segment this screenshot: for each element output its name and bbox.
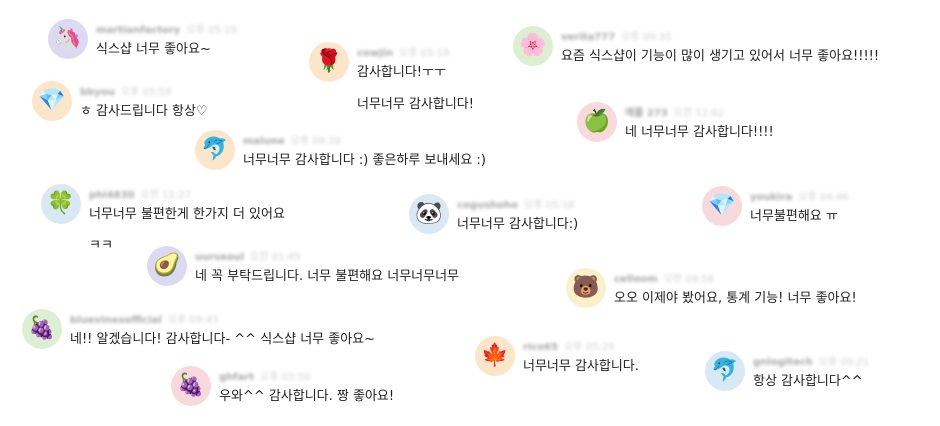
comment-username: martianfactory xyxy=(96,25,181,36)
comment-time: 오후 05:29 xyxy=(564,342,615,353)
comment-time: 오후 05:19 xyxy=(186,25,237,36)
comment-username: phi4830 xyxy=(89,190,135,201)
comment-text: 요즘 식스샵이 기능이 많이 생기고 있어서 너무 좋아요!!!!! xyxy=(561,49,880,64)
comment-time: 오후 04:46 xyxy=(798,192,849,203)
bear-icon: 🐻 xyxy=(566,268,606,308)
comment-time: 오전 12:02 xyxy=(673,108,725,119)
comment-text: 네 너무너무 감사합니다!!!! xyxy=(625,125,774,140)
maple-leaf-icon: 🍁 xyxy=(475,336,515,376)
dolphin-icon: 🐬 xyxy=(195,130,235,170)
comment-text: 감사합니다!ㅜㅜ xyxy=(357,65,446,80)
comment-meta: rico65 오후 05:29 xyxy=(523,338,614,353)
grapes-icon: 🍇 xyxy=(22,309,62,349)
panda-icon: 🐼 xyxy=(409,194,449,234)
apple-icon: 🍏 xyxy=(577,102,617,142)
comment-meta: verita777 오후 09:35 xyxy=(561,28,671,43)
comment-username: malune xyxy=(243,136,285,147)
comment-time: 오후 03:50 xyxy=(260,372,311,383)
comment-text: 너무너무 감사합니다:) xyxy=(457,217,579,232)
comment-text: 너무너무 감사합니다. xyxy=(523,359,639,374)
comment-text: 너무불편해요 ㅠ xyxy=(750,209,838,224)
comment-meta: malune 오후 09:39 xyxy=(243,132,341,147)
comment-meta: youkira 오후 04:46 xyxy=(750,188,849,203)
grapes-icon: 🍇 xyxy=(171,366,211,406)
comment-meta: ghfart 오후 03:50 xyxy=(219,368,311,383)
comment-username: cogushoho xyxy=(457,200,519,211)
comment-meta: martianfactory 오후 05:19 xyxy=(96,21,237,36)
comment-text: 네!! 알겠습니다! 감사합니다- ^^ 식스샵 너무 좋아요~ xyxy=(70,332,376,347)
comment-username: celloom xyxy=(614,274,658,285)
comment-text: 항상 감사합니다^^ xyxy=(753,374,863,389)
rose-icon: 🌹 xyxy=(309,42,349,82)
comment-text: 너무너무 감사합니다 :) 좋은하루 보내세요 :) xyxy=(243,153,486,168)
comment-meta: celloom 오전 09:56 xyxy=(614,270,714,285)
comment-text: 식스샵 너무 좋아요~ xyxy=(96,42,211,57)
comment-time: 오후 05:59 xyxy=(120,87,172,98)
comment-time: 오전 09:56 xyxy=(663,274,715,285)
comment-username: bluevinesofficial xyxy=(70,315,162,326)
comment-username: verita777 xyxy=(561,32,616,43)
comment-meta: phi4830 오전 11:27 xyxy=(89,186,191,201)
comment-text: 너무너무 불편한게 한가지 더 있어요 xyxy=(89,207,285,222)
comment-username: 예플 273 xyxy=(625,108,668,119)
comment-meta: cowjin 오후 05:18 xyxy=(357,44,449,59)
comment-time: 오후 09:39 xyxy=(290,136,342,147)
gem-icon: 💎 xyxy=(32,81,72,121)
cherry-blossom-icon: 🌸 xyxy=(513,26,553,66)
comment-meta: cogushoho 오후 05:18 xyxy=(457,196,574,211)
comment-time: 오후 05:18 xyxy=(524,200,575,211)
comment-time: 오후 09:35 xyxy=(621,32,672,43)
comment-time: 오후 05:21 xyxy=(818,357,870,368)
comment-text-extra: ㅋㅋ xyxy=(89,238,113,253)
comment-time: 오후 05:18 xyxy=(399,48,450,59)
comment-time: 오전 01:45 xyxy=(250,252,301,263)
comment-text: 네 꼭 부탁드립니다. 너무 불편해요 너무너무너무 xyxy=(195,269,459,284)
gem-icon: 💎 xyxy=(702,186,742,226)
comment-meta: bluevinesofficial 오후 09:43 xyxy=(70,311,218,326)
comment-meta: bbyou 오후 05:59 xyxy=(80,83,171,98)
comment-username: cowjin xyxy=(357,48,394,59)
comment-text: 오오 이제야 봤어요, 통계 기능! 너무 좋아요! xyxy=(614,291,857,306)
comment-time: 오후 09:43 xyxy=(167,315,219,326)
comment-username: rico65 xyxy=(523,342,559,353)
comment-text: 우와^^ 감사합니다. 짱 좋아요! xyxy=(219,389,395,404)
comment-board: 🦄 martianfactory 오후 05:19 식스샵 너무 좋아요~ 🌹 c… xyxy=(0,0,940,426)
clover-icon: 🍀 xyxy=(41,184,81,224)
comment-meta: gnlogitech 오후 05:21 xyxy=(753,353,869,368)
comment-username: youkira xyxy=(750,192,793,203)
comment-username: gnlogitech xyxy=(753,357,813,368)
comment-text-extra: 너무너무 감사합니다! xyxy=(357,97,474,112)
comment-meta: 예플 273 오전 12:02 xyxy=(625,104,724,119)
comment-username: ghfart xyxy=(219,372,255,383)
avocado-icon: 🥑 xyxy=(147,246,187,286)
comment-username: bbyou xyxy=(80,87,115,98)
comment-time: 오전 11:27 xyxy=(140,190,191,201)
comment-username: uurseoul xyxy=(195,252,245,263)
unicorn-icon: 🦄 xyxy=(48,19,88,59)
dolphin-icon: 🐬 xyxy=(705,351,745,391)
comment-text: ㅎ 감사드립니다 항상♡ xyxy=(80,104,208,119)
comment-meta: uurseoul 오전 01:45 xyxy=(195,248,301,263)
